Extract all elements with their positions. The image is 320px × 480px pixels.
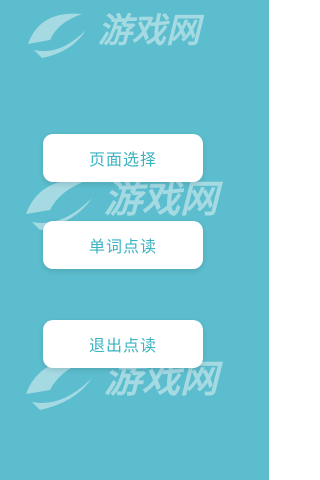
- word-read-button-label: 单词点读: [88, 237, 157, 256]
- page-select-button[interactable]: 页面选择: [43, 134, 203, 182]
- app-screen: 游戏网 游戏网 游戏网 页面选择 单词点读 退出点读: [0, 0, 269, 480]
- page-select-button-label: 页面选择: [88, 150, 157, 169]
- exit-read-button-label: 退出点读: [88, 336, 157, 355]
- watermark-top: 游戏网: [20, 0, 250, 64]
- exit-read-button[interactable]: 退出点读: [43, 320, 203, 368]
- watermark-text: 游戏网: [104, 177, 223, 221]
- word-read-button[interactable]: 单词点读: [43, 221, 203, 269]
- watermark-swirl-logo-icon: 游戏网: [28, 11, 205, 58]
- watermark-text: 游戏网: [98, 11, 205, 51]
